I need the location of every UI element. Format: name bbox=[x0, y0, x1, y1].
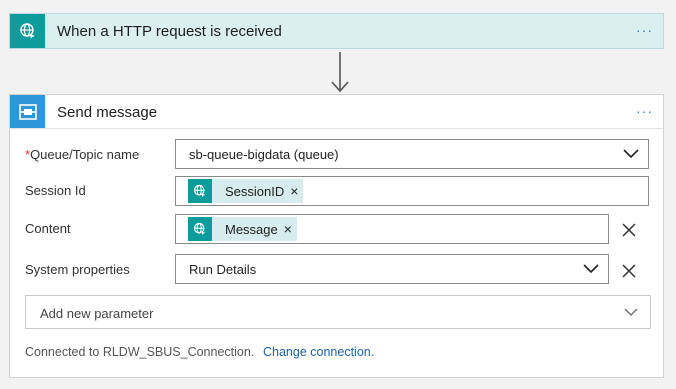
remove-system-properties-icon[interactable] bbox=[620, 262, 638, 280]
http-request-token-icon bbox=[188, 179, 212, 203]
trigger-card[interactable]: When a HTTP request is received ··· bbox=[9, 13, 664, 49]
chevron-down-icon bbox=[583, 264, 599, 274]
send-message-card: Send message ··· *Queue/Topic name sb-qu… bbox=[9, 94, 664, 378]
message-token[interactable]: Message × bbox=[188, 217, 297, 241]
queue-topic-label: *Queue/Topic name bbox=[25, 147, 139, 162]
queue-topic-label-text: Queue/Topic name bbox=[30, 147, 140, 162]
message-token-label: Message bbox=[225, 221, 278, 237]
session-id-label: Session Id bbox=[25, 183, 86, 198]
session-id-input[interactable]: SessionID × bbox=[175, 176, 649, 206]
flow-arrow-icon bbox=[331, 52, 349, 93]
trigger-title: When a HTTP request is received bbox=[57, 23, 282, 40]
remove-token-button[interactable]: × bbox=[282, 222, 297, 236]
send-message-header[interactable]: Send message ··· bbox=[10, 95, 663, 129]
remove-token-button[interactable]: × bbox=[288, 184, 303, 198]
add-new-parameter-dropdown[interactable]: Add new parameter bbox=[25, 295, 651, 329]
queue-topic-value: sb-queue-bigdata (queue) bbox=[189, 147, 339, 162]
system-properties-label: System properties bbox=[25, 262, 130, 277]
content-input[interactable]: Message × bbox=[175, 214, 609, 244]
content-label: Content bbox=[25, 221, 71, 236]
remove-content-icon[interactable] bbox=[620, 221, 638, 239]
queue-topic-dropdown[interactable]: sb-queue-bigdata (queue) bbox=[175, 139, 649, 169]
connection-status: Connected to RLDW_SBUS_Connection. bbox=[25, 345, 255, 359]
add-new-parameter-label: Add new parameter bbox=[40, 306, 154, 321]
change-connection-link[interactable]: Change connection. bbox=[263, 345, 374, 359]
chevron-down-icon bbox=[624, 308, 638, 316]
trigger-more-menu-button[interactable]: ··· bbox=[636, 23, 653, 37]
session-id-token-label: SessionID bbox=[225, 183, 285, 199]
system-properties-value: Run Details bbox=[189, 262, 257, 277]
chevron-down-icon bbox=[623, 149, 639, 159]
session-id-token[interactable]: SessionID × bbox=[188, 179, 304, 203]
action-more-menu-button[interactable]: ··· bbox=[636, 104, 653, 118]
http-request-token-icon bbox=[188, 217, 212, 241]
service-bus-icon bbox=[10, 95, 45, 128]
http-request-icon bbox=[10, 14, 45, 48]
system-properties-dropdown[interactable]: Run Details bbox=[175, 254, 609, 284]
action-title: Send message bbox=[57, 104, 158, 121]
